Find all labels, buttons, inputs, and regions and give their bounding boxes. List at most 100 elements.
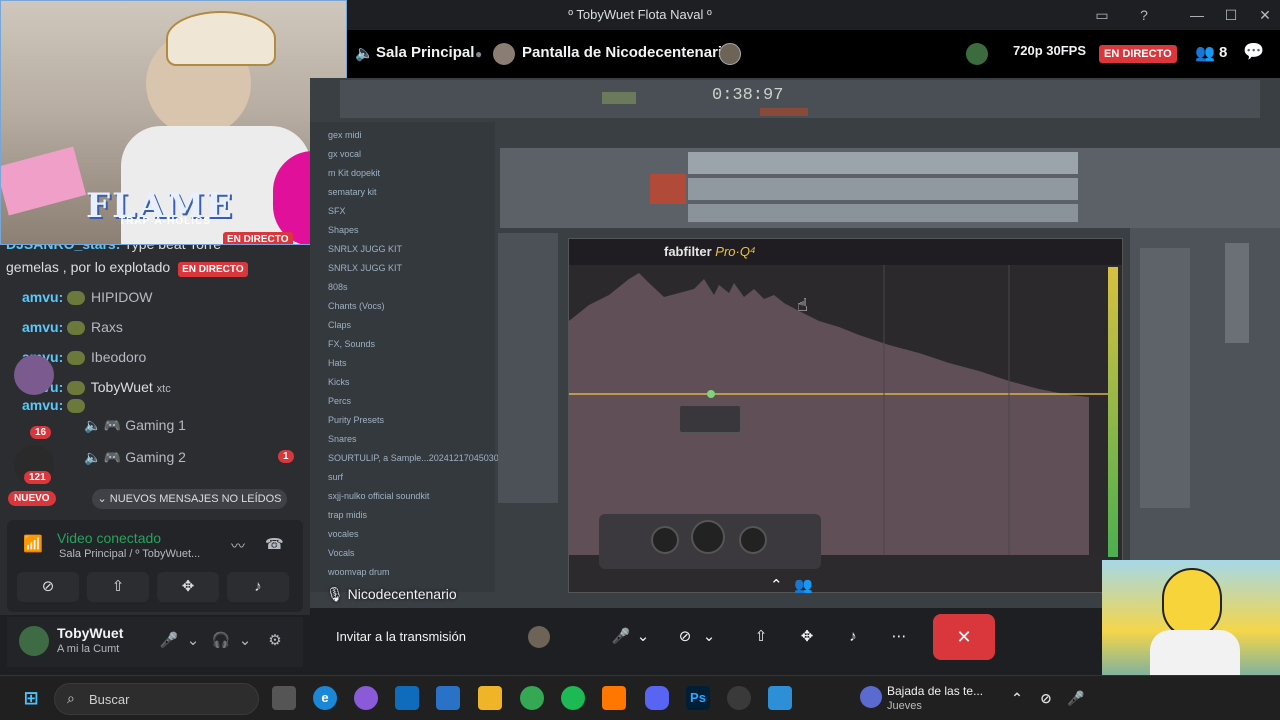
photos-icon[interactable] bbox=[768, 686, 792, 710]
share-screen-button[interactable]: ⇧ bbox=[87, 572, 149, 602]
invite-button[interactable]: Invitar a la transmisión bbox=[327, 622, 475, 652]
network-off-icon[interactable]: ⊘ bbox=[1034, 686, 1058, 710]
browser-item[interactable]: gex midi bbox=[328, 130, 362, 140]
activities-icon[interactable]: ✥ bbox=[793, 624, 821, 650]
chevron-down-icon[interactable]: ⌄ bbox=[635, 624, 651, 650]
chevron-up-icon[interactable]: ⌃ bbox=[1005, 686, 1029, 710]
participants-icon[interactable]: 👥 bbox=[794, 576, 813, 594]
separator-dot: ● bbox=[475, 47, 483, 61]
microphone-icon[interactable]: 🎤 bbox=[607, 624, 635, 650]
viewer-avatar bbox=[719, 43, 741, 65]
chevron-down-icon[interactable]: ⌄ bbox=[701, 624, 717, 650]
minimize-button[interactable]: — bbox=[1186, 5, 1208, 25]
file-explorer-icon[interactable] bbox=[478, 686, 502, 710]
leave-call-button[interactable]: ✕ bbox=[933, 614, 995, 660]
gamepad-icon: 🎮 bbox=[103, 449, 122, 465]
band-controls[interactable] bbox=[599, 514, 821, 569]
chrome-icon[interactable] bbox=[520, 686, 544, 710]
eq-band-node bbox=[707, 390, 715, 398]
windows-start-icon[interactable]: ⊞ bbox=[19, 686, 43, 710]
daw-playlist bbox=[500, 148, 1280, 228]
gear-icon[interactable]: ⚙ bbox=[265, 631, 285, 651]
browser-item[interactable]: SNRLX JUGG KIT bbox=[328, 244, 402, 254]
voice-status[interactable]: Video conectado bbox=[57, 530, 161, 546]
soundboard-button[interactable]: ♪ bbox=[227, 572, 289, 602]
viewers-icon[interactable]: 👥 bbox=[1195, 43, 1215, 63]
browser-item[interactable]: FX, Sounds bbox=[328, 339, 375, 349]
browser-item[interactable]: surf bbox=[328, 472, 343, 482]
channel-name[interactable]: Sala Principal bbox=[376, 44, 474, 61]
discord-icon[interactable] bbox=[645, 686, 669, 710]
browser-item[interactable]: Chants (Vocs) bbox=[328, 301, 385, 311]
chevron-down-icon[interactable]: ⌄ bbox=[235, 631, 255, 651]
more-options-icon[interactable]: ⋯ bbox=[885, 624, 913, 650]
proq-plugin-window[interactable]: fabfilter Pro·Q⁴ ☝ bbox=[568, 238, 1123, 593]
chat-icon[interactable]: 💬 bbox=[1243, 42, 1264, 62]
voice-channel-gaming-2[interactable]: 🔈 🎮 Gaming 2 bbox=[84, 449, 186, 466]
avatar[interactable] bbox=[19, 626, 49, 656]
browser-item[interactable]: Percs bbox=[328, 396, 351, 406]
activities-button[interactable]: ✥ bbox=[157, 572, 219, 602]
browser-item[interactable]: Snares bbox=[328, 434, 357, 444]
browser-item[interactable]: 808s bbox=[328, 282, 348, 292]
disconnect-icon[interactable]: ☎ bbox=[265, 535, 284, 553]
share-screen-icon[interactable]: ⇧ bbox=[747, 624, 775, 650]
playlist-clip bbox=[688, 178, 1078, 200]
gain-knob[interactable] bbox=[691, 520, 725, 554]
browser-item[interactable]: sxjj-nulko official soundkit bbox=[328, 491, 429, 501]
browser-item[interactable]: Vocals bbox=[328, 548, 355, 558]
task-view-icon[interactable] bbox=[272, 686, 296, 710]
browser-item[interactable]: Hats bbox=[328, 358, 347, 368]
browser-item[interactable]: SOURTULIP, a Sample...20241217045030Z-00… bbox=[328, 453, 522, 463]
eq-graph[interactable]: ☝ bbox=[569, 265, 1109, 555]
soundcloud-icon[interactable] bbox=[602, 686, 626, 710]
obs-icon[interactable] bbox=[727, 686, 751, 710]
microphone-icon[interactable]: 🎤 bbox=[159, 631, 179, 651]
browser-item[interactable]: Claps bbox=[328, 320, 351, 330]
camera-off-button[interactable]: ⊘ bbox=[17, 572, 79, 602]
noise-suppression-icon[interactable]: 〰 bbox=[231, 536, 245, 556]
inbox-icon[interactable]: ▭ bbox=[1091, 5, 1113, 25]
avatar[interactable] bbox=[528, 626, 550, 648]
outlook-icon[interactable] bbox=[436, 686, 460, 710]
voice-channel-gaming-1[interactable]: 🔈 🎮 Gaming 1 bbox=[84, 417, 186, 434]
browser-item[interactable]: trap midis bbox=[328, 510, 367, 520]
store-icon[interactable] bbox=[395, 686, 419, 710]
soundboard-icon[interactable]: ♪ bbox=[839, 624, 867, 650]
copilot-icon[interactable] bbox=[354, 686, 378, 710]
browser-item[interactable]: SFX bbox=[328, 206, 346, 216]
microphone-icon[interactable]: 🎤 bbox=[1064, 686, 1088, 710]
browser-item[interactable]: Purity Presets bbox=[328, 415, 384, 425]
edge-icon[interactable]: e bbox=[313, 686, 337, 710]
browser-item[interactable]: woomvap drum bbox=[328, 567, 390, 577]
browser-item[interactable]: Shapes bbox=[328, 225, 359, 235]
browser-item[interactable]: Kicks bbox=[328, 377, 350, 387]
help-icon[interactable]: ? bbox=[1133, 5, 1155, 25]
maximize-button[interactable]: ☐ bbox=[1220, 5, 1242, 25]
browser-item[interactable]: gx vocal bbox=[328, 149, 361, 159]
headphones-icon[interactable]: 🎧 bbox=[211, 631, 231, 651]
chevron-up-icon[interactable]: ⌃ bbox=[770, 576, 783, 594]
browser-item[interactable]: m Kit dopekit bbox=[328, 168, 380, 178]
browser-item[interactable]: vocales bbox=[328, 529, 359, 539]
speaker-icon: 🔈 bbox=[84, 449, 102, 465]
photoshop-icon[interactable]: Ps bbox=[686, 686, 710, 710]
new-badge[interactable]: NUEVO bbox=[8, 491, 56, 506]
server-icon[interactable] bbox=[14, 355, 54, 395]
cursor-icon: ☝ bbox=[797, 295, 808, 315]
spotify-icon[interactable] bbox=[561, 686, 585, 710]
stream-video[interactable]: 0:38:97 gex midi gx vocal m Kit dopekit sem… bbox=[310, 78, 1280, 608]
camera-off-icon[interactable]: ⊘ bbox=[671, 624, 699, 650]
news-icon[interactable] bbox=[860, 686, 882, 708]
user-name[interactable]: TobyWuet bbox=[57, 625, 123, 641]
browser-item[interactable]: sematary kit bbox=[328, 187, 377, 197]
signal-icon: 📶 bbox=[23, 536, 43, 553]
freq-knob[interactable] bbox=[651, 526, 679, 554]
q-knob[interactable] bbox=[739, 526, 767, 554]
news-title[interactable]: Bajada de las te... bbox=[887, 684, 983, 698]
new-messages-bar[interactable]: ⌄ NUEVOS MENSAJES NO LEÍDOS bbox=[92, 489, 287, 509]
browser-item[interactable]: SNRLX JUGG KIT bbox=[328, 263, 402, 273]
chevron-down-icon[interactable]: ⌄ bbox=[183, 631, 203, 651]
close-window-button[interactable]: ✕ bbox=[1254, 5, 1276, 25]
taskbar-search[interactable]: ⌕ Buscar bbox=[54, 683, 259, 715]
